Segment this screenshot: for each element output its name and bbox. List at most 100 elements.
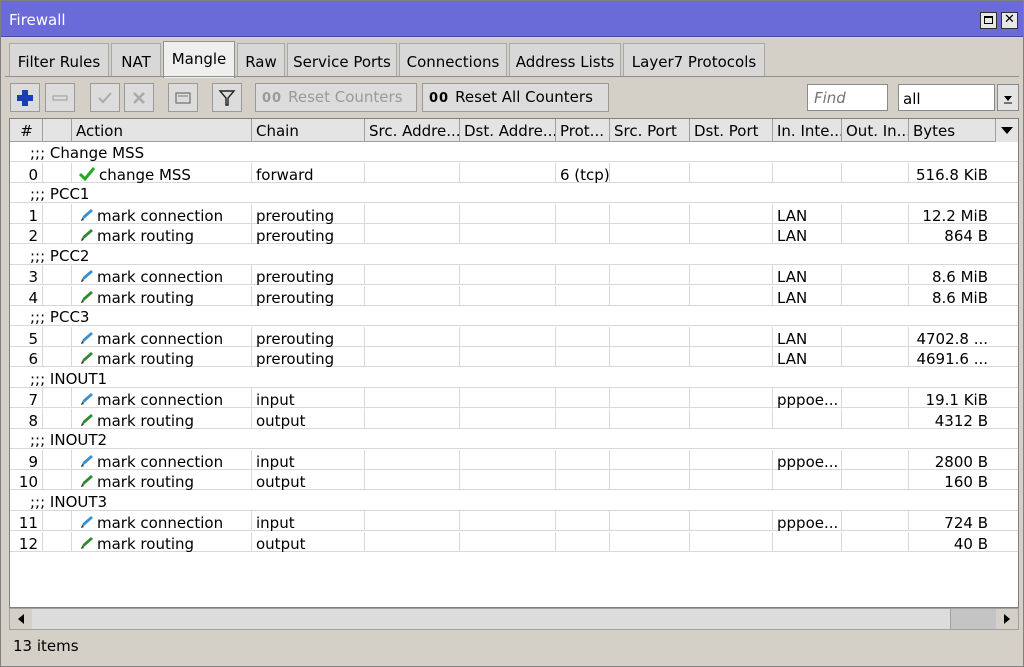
column-chooser-button[interactable]: [996, 119, 1018, 142]
rule-chain: input: [252, 449, 365, 470]
rule-src-address: [365, 285, 460, 306]
pencil-icon: [81, 393, 93, 405]
comment-row[interactable]: ;;; Change MSS: [10, 142, 1018, 162]
header-col-dst-address[interactable]: Dst. Addre...: [460, 119, 556, 142]
rule-dst-address: [460, 388, 556, 408]
rule-chain: prerouting: [252, 203, 365, 224]
header-col-src-address[interactable]: Src. Addre...: [365, 119, 460, 142]
header-col-flag[interactable]: [43, 119, 72, 142]
header-col-in-interface[interactable]: In. Inte...: [773, 119, 842, 142]
rule-dst-port: [690, 388, 773, 408]
tab-filter-rules[interactable]: Filter Rules: [9, 43, 109, 77]
rule-number: 11: [10, 511, 43, 531]
table-row[interactable]: 7 mark connection input pppoe... 19.1 KiB: [10, 388, 1018, 408]
table-row[interactable]: 8 mark routing output 4312 B: [10, 408, 1018, 429]
rule-in-interface: pppoe...: [773, 449, 842, 470]
rule-out-interface: [842, 203, 909, 224]
table-row[interactable]: 12 mark routing output 40 B: [10, 531, 1018, 552]
table-row[interactable]: 5 mark connection prerouting LAN 4702.8 ...: [10, 326, 1018, 347]
header-col-chain[interactable]: Chain: [252, 119, 365, 142]
table-row[interactable]: 2 mark routing prerouting LAN 864 B: [10, 224, 1018, 244]
reset-counters-button[interactable]: 00 Reset Counters: [255, 83, 417, 112]
scroll-thumb[interactable]: [950, 609, 996, 629]
tab-connections[interactable]: Connections: [399, 43, 507, 77]
header-col-bytes[interactable]: Bytes: [909, 119, 996, 142]
rule-chain: prerouting: [252, 224, 365, 244]
header-col-action[interactable]: Action: [72, 119, 252, 142]
header-col-dst-port[interactable]: Dst. Port: [690, 119, 773, 142]
comment-row[interactable]: ;;; INOUT1: [10, 368, 1018, 388]
rule-bytes: 4702.8 ...: [916, 329, 988, 347]
header-col-src-port[interactable]: Src. Port: [610, 119, 690, 142]
header-col-protocol[interactable]: Prot...: [556, 119, 610, 142]
rule-src-port: [610, 162, 690, 183]
pencil-icon: [81, 475, 93, 487]
rule-src-port: [610, 203, 690, 224]
pencil-icon: [81, 331, 93, 344]
rule-comment: ;;; INOUT2: [30, 431, 108, 449]
rule-dst-port: [690, 408, 773, 429]
table-row[interactable]: 3 mark connection prerouting LAN 8.6 MiB: [10, 265, 1018, 285]
rule-action: mark routing: [72, 408, 252, 429]
tab-mangle[interactable]: Mangle: [163, 41, 235, 78]
comment-row[interactable]: ;;; INOUT3: [10, 491, 1018, 511]
table-row[interactable]: 6 mark routing prerouting LAN 4691.6 ...: [10, 347, 1018, 367]
horizontal-scrollbar[interactable]: [9, 608, 1019, 630]
tab-layer7-protocols[interactable]: Layer7 Protocols: [623, 43, 765, 77]
rule-number: 12: [10, 531, 43, 552]
table-row[interactable]: 4 mark routing prerouting LAN 8.6 MiB: [10, 285, 1018, 306]
reset-all-counters-button[interactable]: 00 Reset All Counters: [422, 83, 609, 112]
filter-select[interactable]: all: [898, 84, 995, 111]
disable-button[interactable]: [124, 83, 154, 112]
rule-out-interface: [842, 531, 909, 552]
enable-button[interactable]: [90, 83, 120, 112]
add-button[interactable]: [10, 83, 40, 112]
scroll-left-button[interactable]: [10, 609, 32, 629]
tab-label: Mangle: [171, 50, 227, 68]
rule-chain: prerouting: [252, 285, 365, 306]
rule-in-interface: LAN: [773, 224, 842, 244]
rule-dst-address: [460, 511, 556, 531]
rule-bytes: 19.1 KiB: [925, 391, 988, 408]
table-row[interactable]: 10 mark routing output 160 B: [10, 470, 1018, 490]
comment-row[interactable]: ;;; PCC2: [10, 245, 1018, 265]
find-input[interactable]: [807, 84, 888, 111]
tab-raw[interactable]: Raw: [237, 43, 285, 77]
check-icon: [98, 91, 112, 103]
rule-bytes: 864 B: [944, 227, 988, 244]
rule-action-label: mark routing: [97, 288, 195, 306]
comment-row[interactable]: ;;; INOUT2: [10, 429, 1018, 449]
comment-row[interactable]: ;;; PCC3: [10, 306, 1018, 326]
tab-label: Service Ports: [293, 53, 391, 71]
rule-number: 8: [10, 408, 43, 429]
table-row[interactable]: 11 mark connection input pppoe... 724 B: [10, 511, 1018, 531]
pencil-icon: [81, 454, 93, 467]
pencil-icon: [81, 352, 93, 364]
rule-action: mark routing: [72, 224, 252, 244]
filter-button[interactable]: [212, 83, 242, 112]
comment-row[interactable]: ;;; PCC1: [10, 183, 1018, 203]
header-col-out-interface[interactable]: Out. In...: [842, 119, 909, 142]
header-col-number[interactable]: #: [10, 119, 43, 142]
counter-icon: 00: [262, 91, 283, 106]
rule-comment: ;;; PCC3: [30, 308, 90, 326]
rule-dst-port: [690, 470, 773, 490]
maximize-button[interactable]: [980, 12, 997, 29]
tab-service-ports[interactable]: Service Ports: [287, 43, 397, 77]
filter-select-dropdown[interactable]: [997, 84, 1019, 111]
title-bar[interactable]: Firewall ✕: [1, 1, 1023, 37]
tab-address-lists[interactable]: Address Lists: [509, 43, 621, 77]
scroll-track[interactable]: [32, 609, 950, 629]
rule-out-interface: [842, 347, 909, 367]
scroll-right-button[interactable]: [996, 609, 1018, 629]
mangle-rules-table: # Action Chain Src. Addre... Dst. Addre... Pr…: [9, 118, 1019, 608]
table-row[interactable]: 1 mark connection prerouting LAN 12.2 MiB: [10, 203, 1018, 224]
rule-action: mark connection: [72, 388, 252, 408]
table-row[interactable]: 0 change MSS forward 6 (tcp) 516.8 KiB: [10, 162, 1018, 183]
comment-button[interactable]: [168, 83, 198, 112]
remove-button[interactable]: [45, 83, 75, 112]
tab-nat[interactable]: NAT: [111, 43, 161, 77]
close-button[interactable]: ✕: [1001, 12, 1018, 29]
rule-out-interface: [842, 388, 909, 408]
table-row[interactable]: 9 mark connection input pppoe... 2800 B: [10, 449, 1018, 470]
